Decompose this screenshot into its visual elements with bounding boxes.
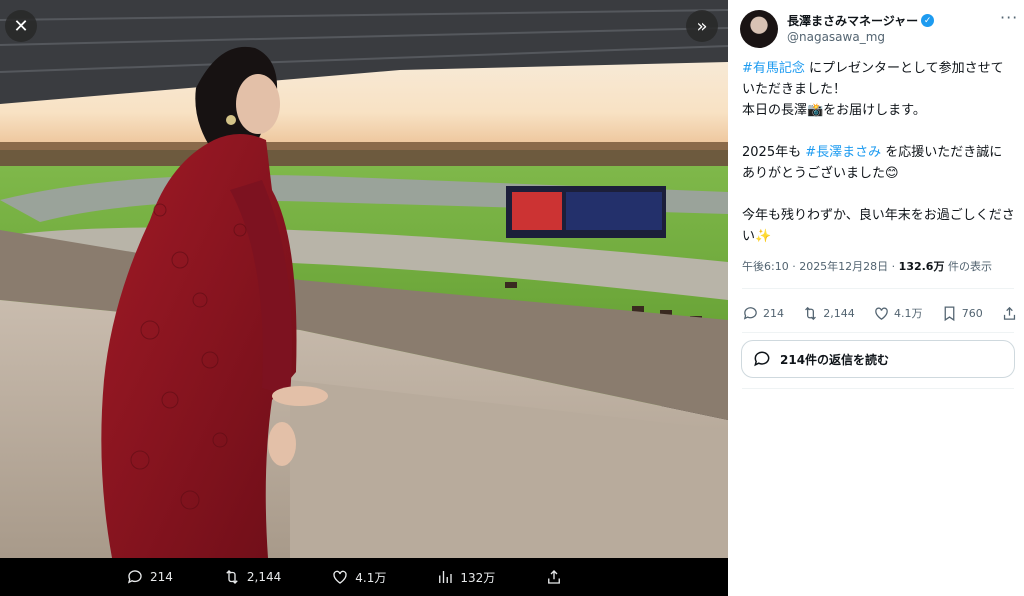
tweet-actions: 214 2,144 4.1万 760 bbox=[742, 301, 1018, 325]
avatar[interactable] bbox=[740, 10, 778, 48]
tweet-line: いただきました！ bbox=[742, 82, 847, 97]
media-share-button[interactable] bbox=[545, 568, 563, 586]
read-replies-button[interactable]: 214件の返信を読む bbox=[741, 340, 1015, 378]
media-reply-count: 214 bbox=[150, 570, 173, 584]
author-handle[interactable]: @nagasawa_mg bbox=[787, 30, 885, 44]
tweet-detail-panel: 長澤まさみマネージャー ✓ @nagasawa_mg ··· #有馬記念 にプレ… bbox=[728, 0, 1024, 596]
media-like-count: 4.1万 bbox=[355, 570, 387, 585]
more-options-icon[interactable]: ··· bbox=[1000, 8, 1018, 27]
heart-icon bbox=[333, 570, 347, 584]
retweet-icon bbox=[226, 570, 238, 584]
bookmark-icon bbox=[944, 305, 955, 321]
hashtag-link[interactable]: #長澤まさみ bbox=[805, 145, 881, 160]
share-icon bbox=[1003, 306, 1016, 320]
tweet-meta: 午後6:10 · 2025年12月28日 · 132.6万 件の表示 bbox=[742, 258, 992, 274]
divider bbox=[742, 288, 1014, 289]
double-chevron-right-icon: » bbox=[696, 15, 708, 37]
heart-icon bbox=[875, 307, 888, 320]
reply-icon bbox=[127, 570, 142, 584]
author-name[interactable]: 長澤まさみマネージャー ✓ bbox=[787, 12, 935, 29]
divider bbox=[742, 332, 1014, 333]
retweet-button[interactable]: 2,144 bbox=[802, 305, 855, 322]
timestamp[interactable]: 午後6:10 · 2025年12月28日 · bbox=[742, 260, 899, 273]
media-reply-button[interactable]: 214 bbox=[126, 568, 173, 586]
media-view-count: 132万 bbox=[460, 570, 496, 585]
share-icon bbox=[548, 570, 561, 584]
bookmark-count: 760 bbox=[961, 306, 983, 320]
reply-button[interactable]: 214 bbox=[742, 305, 784, 322]
close-icon: ✕ bbox=[13, 15, 29, 37]
views-label: 件の表示 bbox=[944, 260, 992, 273]
tweet-line: 本日の長澤📸をお届けします。 bbox=[742, 103, 926, 118]
media-views-button[interactable]: 132万 bbox=[436, 568, 495, 586]
reply-bubble-icon bbox=[754, 351, 770, 367]
bookmark-button[interactable]: 760 bbox=[941, 305, 983, 322]
tweet-photo[interactable] bbox=[0, 0, 728, 558]
hashtag-link[interactable]: #有馬記念 bbox=[742, 61, 805, 76]
read-replies-label: 214件の返信を読む bbox=[780, 352, 890, 367]
tweet-line: 2025年も #長澤まさみ を応援いただき誠に bbox=[742, 145, 1003, 160]
like-count: 4.1万 bbox=[894, 307, 923, 320]
media-action-bar: 214 2,144 4.1万 132万 bbox=[0, 558, 728, 596]
media-retweet-count: 2,144 bbox=[246, 570, 282, 584]
tweet-line: ありがとうございました😊 bbox=[742, 166, 899, 181]
like-button[interactable]: 4.1万 bbox=[873, 305, 923, 322]
media-like-button[interactable]: 4.1万 bbox=[331, 568, 386, 586]
reply-icon bbox=[743, 306, 757, 320]
media-viewer: ✕ » 214 2,144 4.1万 132万 bbox=[0, 0, 728, 596]
retweet-count: 2,144 bbox=[823, 306, 855, 320]
verified-badge-icon: ✓ bbox=[921, 14, 935, 27]
reply-count: 214 bbox=[763, 306, 784, 320]
tweet-line: 今年も残りわずか、良い年末をお過ごしくださ bbox=[742, 208, 1015, 223]
media-retweet-button[interactable]: 2,144 bbox=[223, 568, 281, 586]
tweet-line: #有馬記念 にプレゼンターとして参加させて bbox=[742, 61, 1004, 76]
analytics-icon bbox=[439, 571, 453, 583]
close-button[interactable]: ✕ bbox=[5, 10, 37, 42]
next-media-button[interactable]: » bbox=[686, 10, 718, 42]
tweet-line: い✨ bbox=[742, 229, 772, 244]
tweet-header: 長澤まさみマネージャー ✓ @nagasawa_mg ··· bbox=[740, 8, 1018, 50]
retweet-icon bbox=[805, 306, 817, 320]
tweet-text: #有馬記念 にプレゼンターとして参加させて いただきました！ 本日の長澤📸をお届… bbox=[742, 58, 1018, 247]
divider bbox=[742, 388, 1014, 389]
views-count: 132.6万 bbox=[898, 260, 945, 273]
share-button[interactable] bbox=[1001, 305, 1018, 322]
